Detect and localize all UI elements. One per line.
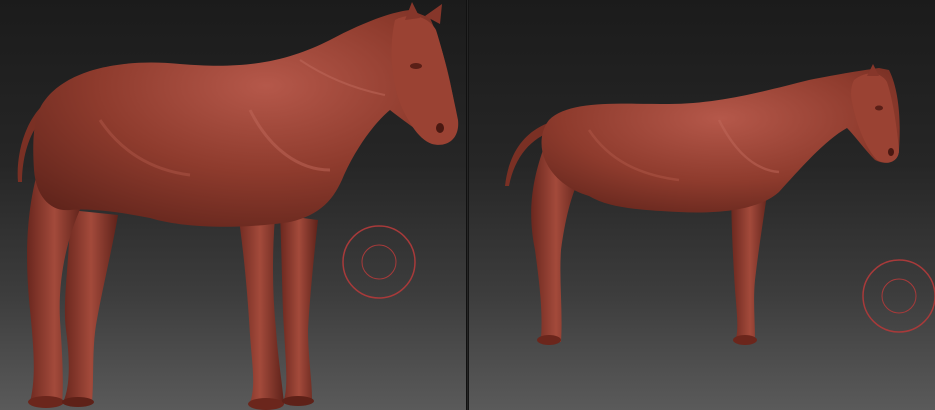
viewport-right[interactable] (469, 0, 935, 410)
viewport-left[interactable] (0, 0, 466, 410)
sculpt-canvas-right[interactable] (469, 0, 935, 410)
brush-cursor-icon (342, 225, 416, 299)
horse-model-left (17, 2, 459, 410)
brush-cursor-icon (862, 259, 935, 333)
sculpt-canvas-left[interactable] (0, 0, 466, 410)
horse-model-right (505, 64, 900, 345)
